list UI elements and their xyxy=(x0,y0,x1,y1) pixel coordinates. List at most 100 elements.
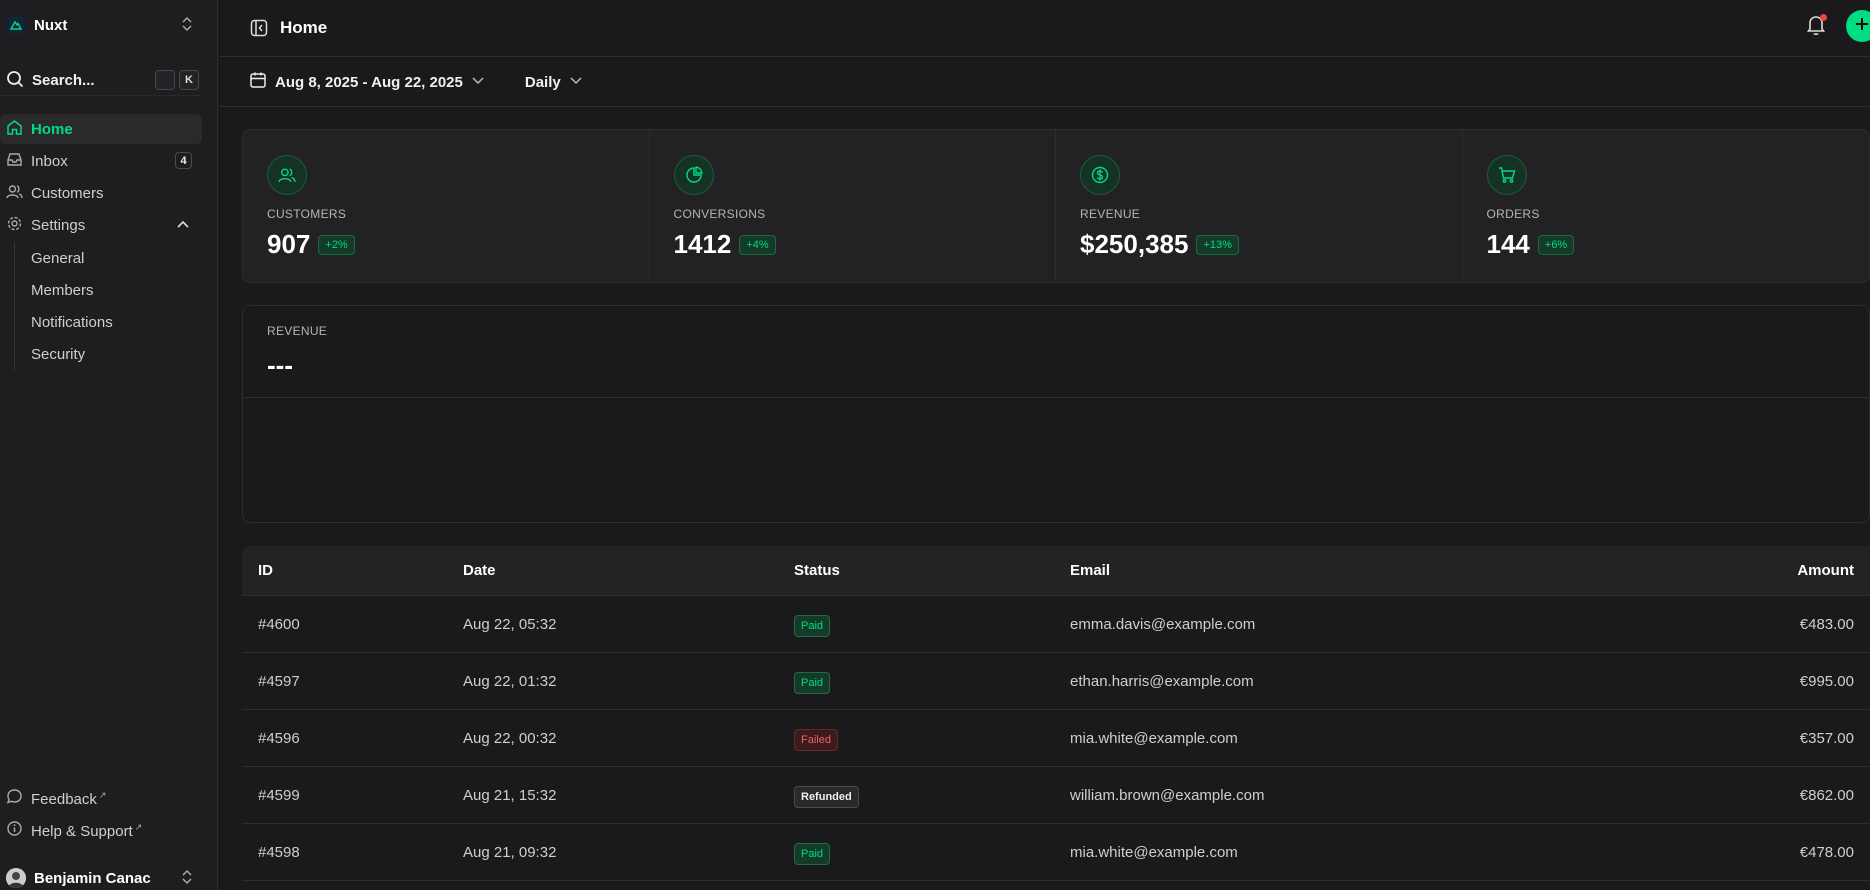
period-select[interactable]: Daily xyxy=(525,73,583,91)
sidebar-item-inbox[interactable]: Inbox 4 xyxy=(0,146,202,176)
chevron-up-down-icon xyxy=(180,869,194,889)
users-icon xyxy=(267,155,307,195)
status-badge: Failed xyxy=(794,728,838,751)
cell-amount: €357.00 xyxy=(1799,729,1854,747)
table-row[interactable]: #4597 Aug 22, 01:32 Paid ethan.harris@examp… xyxy=(242,653,1870,710)
users-icon xyxy=(6,183,23,204)
sidebar-item-notifications[interactable]: Notifications xyxy=(31,306,202,338)
cell-date: Aug 21, 09:32 xyxy=(463,843,557,861)
sidebar-nav: Home Inbox 4 Customers Settings General … xyxy=(0,114,202,370)
notifications-button[interactable] xyxy=(1806,14,1827,40)
cell-email: mia.white@example.com xyxy=(1070,729,1238,747)
cell-email: emma.davis@example.com xyxy=(1070,615,1256,633)
filters-toolbar: Aug 8, 2025 - Aug 22, 2025 Daily xyxy=(219,58,1870,107)
stat-card-customers[interactable]: CUSTOMERS 907 +2% xyxy=(243,130,650,282)
avatar xyxy=(6,868,26,888)
top-navbar: Home xyxy=(219,0,1870,57)
column-header-status[interactable]: Status xyxy=(794,562,840,579)
team-switcher[interactable]: Nuxt xyxy=(6,12,206,38)
calendar-icon xyxy=(249,71,267,93)
column-header-date[interactable]: Date xyxy=(463,562,496,579)
search-icon xyxy=(6,70,24,92)
chevron-up-down-icon xyxy=(180,16,194,36)
cell-status: Refunded xyxy=(794,785,859,808)
help-support-label: Help & Support xyxy=(31,822,133,840)
cell-id: #4600 xyxy=(258,615,300,633)
sidebar-item-customers[interactable]: Customers xyxy=(0,178,202,208)
external-link-icon: ↗ xyxy=(134,821,143,832)
sidebar-item-home[interactable]: Home xyxy=(0,114,202,144)
stat-label: CONVERSIONS xyxy=(673,207,766,221)
chat-icon xyxy=(6,788,23,809)
status-badge: Paid xyxy=(794,614,831,637)
sidebar-item-label: Home xyxy=(31,120,73,138)
cell-date: Aug 22, 00:32 xyxy=(463,729,557,747)
revenue-value: --- xyxy=(267,350,293,380)
nuxt-logo-icon xyxy=(6,15,26,35)
page-title: Home xyxy=(280,18,328,37)
cell-status: Failed xyxy=(794,728,838,751)
orders-table: ID Date Status Email Amount #4600 Aug 22,… xyxy=(242,546,1870,881)
sidebar-item-general[interactable]: General xyxy=(31,242,202,274)
table-row[interactable]: #4599 Aug 21, 15:32 Refunded william.brown@… xyxy=(242,767,1870,824)
stat-card-orders[interactable]: ORDERS 144 +6% xyxy=(1463,130,1870,282)
stat-change-badge: +4% xyxy=(739,234,776,255)
cell-email: mia.white@example.com xyxy=(1070,843,1238,861)
date-range-value: Aug 8, 2025 - Aug 22, 2025 xyxy=(275,73,463,91)
status-badge: Paid xyxy=(794,671,831,694)
cell-date: Aug 21, 15:32 xyxy=(463,786,557,804)
inbox-count-badge: 4 xyxy=(175,152,192,169)
cell-status: Paid xyxy=(794,614,831,637)
search-label: Search... xyxy=(32,72,95,89)
table-body: #4600 Aug 22, 05:32 Paid emma.davis@example… xyxy=(242,596,1870,881)
feedback-label: Feedback xyxy=(31,790,97,808)
status-badge: Paid xyxy=(794,842,831,865)
stat-label: CUSTOMERS xyxy=(267,207,347,221)
column-header-id[interactable]: ID xyxy=(258,562,273,579)
cell-date: Aug 22, 01:32 xyxy=(463,672,557,690)
sidebar-collapse-icon[interactable] xyxy=(250,19,268,37)
column-header-email[interactable]: Email xyxy=(1070,562,1110,579)
stat-value: $250,385 xyxy=(1080,229,1189,259)
period-value: Daily xyxy=(524,73,561,91)
feedback-link[interactable]: Feedback ↗ xyxy=(6,788,206,809)
user-menu[interactable]: Benjamin Canac xyxy=(6,868,206,888)
stat-change-badge: +6% xyxy=(1537,234,1575,255)
cell-id: #4599 xyxy=(258,786,300,804)
cell-id: #4597 xyxy=(258,672,300,690)
stat-card-revenue[interactable]: REVENUE $250,385 +13% xyxy=(1056,130,1463,282)
bell-icon xyxy=(1806,16,1826,40)
sidebar-item-label: Settings xyxy=(31,216,86,234)
sidebar: Nuxt Search... K Home Inbox 4 Customers … xyxy=(0,0,218,890)
sidebar-item-label: Inbox xyxy=(31,152,68,170)
new-item-button[interactable] xyxy=(1846,10,1870,42)
team-name: Nuxt xyxy=(34,16,68,34)
table-row[interactable]: #4596 Aug 22, 00:32 Failed mia.white@exampl… xyxy=(242,710,1870,767)
cell-date: Aug 22, 05:32 xyxy=(463,615,557,633)
notification-dot xyxy=(1820,14,1827,21)
cell-email: william.brown@example.com xyxy=(1070,786,1265,804)
gear-icon xyxy=(6,215,23,236)
stat-change-badge: +2% xyxy=(318,234,355,255)
search-button[interactable]: Search... K xyxy=(0,66,200,96)
chevron-down-icon xyxy=(471,73,485,91)
chevron-up-icon xyxy=(176,218,190,236)
sidebar-item-label: Customers xyxy=(31,184,104,202)
table-row[interactable]: #4600 Aug 22, 05:32 Paid emma.davis@example… xyxy=(242,596,1870,653)
stat-label: ORDERS xyxy=(1486,207,1540,221)
home-icon xyxy=(6,119,23,140)
cell-amount: €862.00 xyxy=(1799,786,1854,804)
stat-card-conversions[interactable]: CONVERSIONS 1412 +4% xyxy=(650,130,1056,282)
stats-cards: CUSTOMERS 907 +2% CONVERSIONS 1412 +4% R… xyxy=(242,129,1870,283)
sidebar-item-members[interactable]: Members xyxy=(31,274,202,306)
table-row[interactable]: #4598 Aug 21, 09:32 Paid mia.white@example.… xyxy=(242,824,1870,881)
cell-id: #4598 xyxy=(258,843,300,861)
date-range-picker[interactable]: Aug 8, 2025 - Aug 22, 2025 xyxy=(249,71,485,93)
sidebar-item-settings[interactable]: Settings xyxy=(0,210,202,240)
column-header-amount[interactable]: Amount xyxy=(1797,562,1854,579)
stat-label: REVENUE xyxy=(1080,207,1141,221)
revenue-label: REVENUE xyxy=(267,324,328,338)
cell-status: Paid xyxy=(794,842,831,865)
help-support-link[interactable]: Help & Support ↗ xyxy=(6,820,206,841)
sidebar-item-security[interactable]: Security xyxy=(31,338,202,370)
